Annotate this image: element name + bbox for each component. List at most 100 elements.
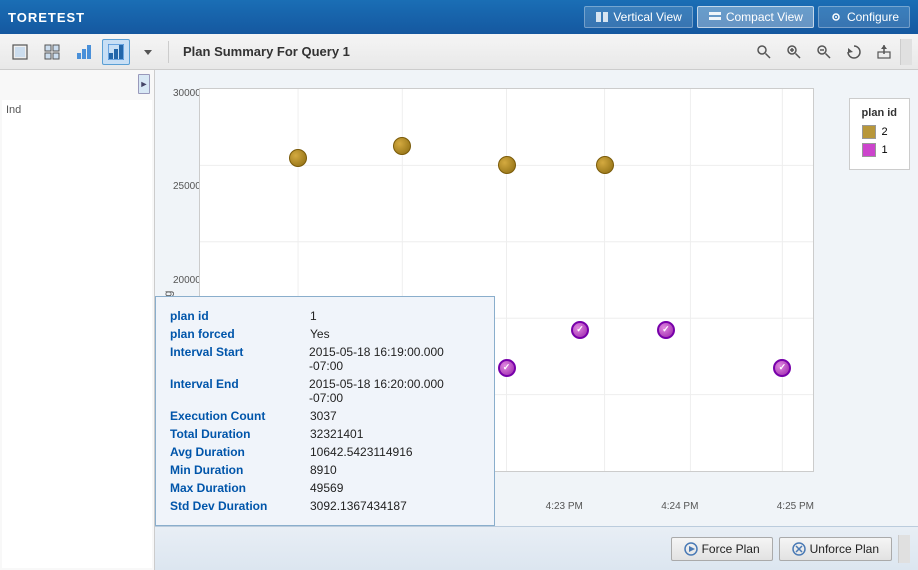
toolbar-action-4[interactable] <box>840 39 868 65</box>
toolbar-action-3[interactable] <box>810 39 838 65</box>
left-panel: ► Ind <box>0 70 155 570</box>
toolbar-dropdown-icon <box>140 44 156 60</box>
toolbar-dropdown-btn[interactable] <box>134 39 162 65</box>
tooltip-key-interval-start: Interval Start <box>170 345 309 373</box>
toolbar-icon-2 <box>44 44 60 60</box>
tooltip-key-stddev-dur: Std Dev Duration <box>170 499 310 513</box>
left-panel-content: Ind <box>2 100 152 568</box>
configure-label: Configure <box>847 10 899 24</box>
main-content: ► Ind Avg 30000 25000 20000 15000 10000 <box>0 70 918 570</box>
bottom-scroll[interactable] <box>898 535 910 563</box>
toolbar-btn-2[interactable] <box>38 39 66 65</box>
tooltip-key-plan-id: plan id <box>170 309 310 323</box>
tooltip-key-plan-forced: plan forced <box>170 327 310 341</box>
plan-summary-title: Plan Summary For Query 1 <box>183 44 746 59</box>
chart-legend: plan id 2 1 <box>849 98 910 170</box>
checked-point-5[interactable]: ✓ <box>657 321 675 339</box>
x-tick-5: 4:24 PM <box>661 501 698 512</box>
tooltip-key-exec-count: Execution Count <box>170 409 310 423</box>
tooltip-val-max-dur: 49569 <box>310 481 343 495</box>
configure-icon <box>829 10 843 24</box>
toolbar-icon-3 <box>76 44 92 60</box>
tooltip-val-total-dur: 32321401 <box>310 427 363 441</box>
compact-view-button[interactable]: Compact View <box>697 6 814 28</box>
tooltip-val-interval-start: 2015-05-18 16:19:00.000 -07:00 <box>309 345 480 373</box>
configure-button[interactable]: Configure <box>818 6 910 28</box>
legend-item-2: 2 <box>862 125 897 139</box>
tooltip-val-plan-id: 1 <box>310 309 317 323</box>
toolbar-action-5[interactable] <box>870 39 898 65</box>
legend-label-2: 2 <box>882 126 888 138</box>
y-tick-4: 25000 <box>173 181 199 192</box>
right-panel: Avg 30000 25000 20000 15000 10000 <box>155 70 918 570</box>
toolbar-right-buttons <box>750 39 912 65</box>
force-plan-label: Force Plan <box>702 542 760 556</box>
tooltip-row-avg-dur: Avg Duration 10642.5423114916 <box>170 443 480 461</box>
legend-item-1: 1 <box>862 143 897 157</box>
tooltip-panel: plan id 1 plan forced Yes Interval Start… <box>155 296 495 526</box>
collapse-left-btn[interactable]: ► <box>138 74 150 94</box>
tooltip-row-exec-count: Execution Count 3037 <box>170 407 480 425</box>
zoom-out-icon <box>816 44 832 60</box>
toolbar-icon-4 <box>108 44 124 60</box>
unforce-plan-label: Unforce Plan <box>810 542 879 556</box>
tooltip-row-max-dur: Max Duration 49569 <box>170 479 480 497</box>
tooltip-row-interval-end: Interval End 2015-05-18 16:20:00.000 -07… <box>170 375 480 407</box>
tooltip-row-min-dur: Min Duration 8910 <box>170 461 480 479</box>
title-bar-buttons: Vertical View Compact View Configure <box>584 6 910 28</box>
tooltip-key-interval-end: Interval End <box>170 377 309 405</box>
compact-view-label: Compact View <box>726 10 803 24</box>
vertical-view-button[interactable]: Vertical View <box>584 6 692 28</box>
x-tick-6: 4:25 PM <box>777 501 814 512</box>
main-toolbar: Plan Summary For Query 1 <box>0 34 918 70</box>
y-tick-3: 20000 <box>173 275 199 286</box>
tooltip-row-stddev-dur: Std Dev Duration 3092.1367434187 <box>170 497 480 515</box>
toolbar-action-2[interactable] <box>780 39 808 65</box>
tooltip-key-min-dur: Min Duration <box>170 463 310 477</box>
tooltip-key-avg-dur: Avg Duration <box>170 445 310 459</box>
unforce-plan-icon <box>792 542 806 556</box>
toolbar-icon-1 <box>12 44 28 60</box>
gold-point-1[interactable] <box>289 149 307 167</box>
y-tick-5: 30000 <box>173 88 199 99</box>
bottom-action-bar: Force Plan Unforce Plan <box>155 526 918 570</box>
tooltip-val-interval-end: 2015-05-18 16:20:00.000 -07:00 <box>309 377 480 405</box>
legend-label-1: 1 <box>882 144 888 156</box>
force-plan-icon <box>684 542 698 556</box>
toolbar-divider <box>168 41 169 63</box>
checked-point-4[interactable]: ✓ <box>571 321 589 339</box>
reset-icon <box>846 44 862 60</box>
unforce-plan-button[interactable]: Unforce Plan <box>779 537 892 561</box>
export-icon <box>876 44 892 60</box>
tooltip-val-plan-forced: Yes <box>310 327 330 341</box>
tooltip-val-min-dur: 8910 <box>310 463 337 477</box>
tooltip-row-interval-start: Interval Start 2015-05-18 16:19:00.000 -… <box>170 343 480 375</box>
tooltip-row-plan-id: plan id 1 <box>170 307 480 325</box>
toolbar-btn-4[interactable] <box>102 39 130 65</box>
vertical-view-icon <box>595 10 609 24</box>
tooltip-val-avg-dur: 10642.5423114916 <box>310 445 413 459</box>
gold-point-4[interactable] <box>596 156 614 174</box>
legend-swatch-magenta <box>862 143 876 157</box>
tooltip-row-total-dur: Total Duration 32321401 <box>170 425 480 443</box>
tooltip-row-plan-forced: plan forced Yes <box>170 325 480 343</box>
force-plan-button[interactable]: Force Plan <box>671 537 773 561</box>
legend-title: plan id <box>862 107 897 119</box>
zoom-icon <box>756 44 772 60</box>
toolbar-scroll[interactable] <box>900 39 912 65</box>
toolbar-action-1[interactable] <box>750 39 778 65</box>
vertical-view-label: Vertical View <box>613 10 681 24</box>
compact-view-icon <box>708 10 722 24</box>
x-tick-4: 4:23 PM <box>546 501 583 512</box>
title-bar: TORETEST Vertical View Compact View Conf… <box>0 0 918 34</box>
toolbar-btn-1[interactable] <box>6 39 34 65</box>
checked-point-6[interactable]: ✓ <box>773 359 791 377</box>
gold-point-3[interactable] <box>498 156 516 174</box>
checked-point-3[interactable]: ✓ <box>498 359 516 377</box>
gold-point-2[interactable] <box>393 137 411 155</box>
app-title: TORETEST <box>8 10 85 25</box>
toolbar-btn-3[interactable] <box>70 39 98 65</box>
tooltip-val-stddev-dur: 3092.1367434187 <box>310 499 407 513</box>
zoom-in-icon <box>786 44 802 60</box>
legend-swatch-gold <box>862 125 876 139</box>
